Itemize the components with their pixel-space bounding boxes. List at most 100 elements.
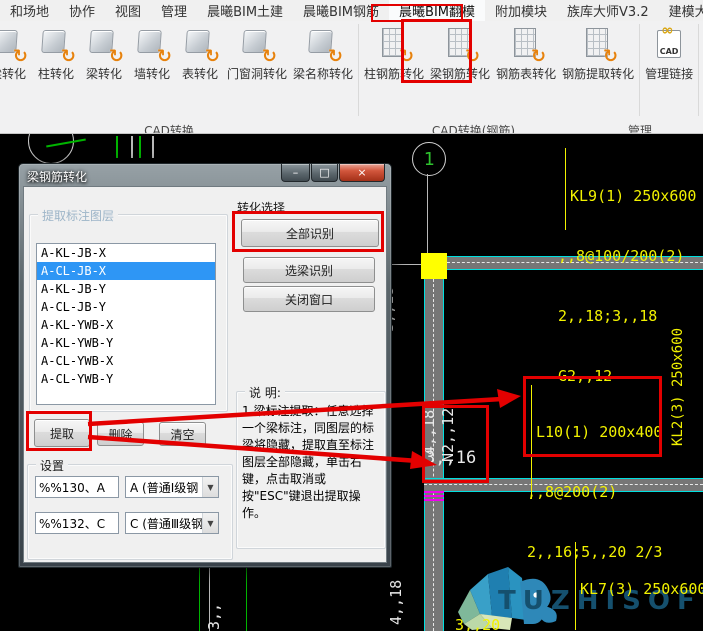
minimize-button[interactable]: – bbox=[281, 164, 310, 182]
ribbon-button-label: 梁名称转化 bbox=[293, 65, 353, 82]
stirrup-mark bbox=[424, 499, 444, 501]
rebar-grade-select-2[interactable]: C (普通Ⅲ级钢 ▼ bbox=[125, 512, 219, 534]
ribbon-tab-label: 晨曦BIM钢筋 bbox=[303, 1, 379, 20]
convert-group-label: 转化选择 bbox=[237, 199, 285, 216]
ribbon-tab[interactable]: 视图 bbox=[105, 0, 151, 21]
ribbon-group-separator bbox=[358, 24, 359, 116]
table-convert-icon bbox=[179, 24, 221, 64]
ribbon-group-cad-convert-rebar: CAD转换(钢筋) bbox=[340, 122, 607, 134]
rebar-code-input-1[interactable] bbox=[35, 476, 119, 498]
ribbon-button[interactable]: 梁转化 bbox=[80, 22, 128, 84]
ribbon-button-label: 钢筋提取转化 bbox=[562, 65, 634, 82]
rebar-code-input-2[interactable] bbox=[35, 512, 119, 534]
ribbon-button-label: 梁钢筋转化 bbox=[430, 65, 490, 82]
settings-groupbox-label: 设置 bbox=[36, 457, 68, 474]
rebar-table-convert-icon bbox=[505, 24, 547, 64]
ribbon-button[interactable]: 柱转化 bbox=[32, 22, 80, 84]
ribbon-tab-label: 和场地 bbox=[10, 1, 49, 20]
layer-list-item[interactable]: A-CL-YWB-X bbox=[37, 352, 215, 370]
rebar-grade-select-1-value: A (普通Ⅰ级钢 bbox=[130, 479, 202, 496]
green-line-vertical bbox=[199, 568, 200, 631]
layer-list-item[interactable]: A-CL-JB-X bbox=[37, 262, 215, 280]
ribbon-tab-label: 晨曦BIM翻模 bbox=[399, 1, 475, 20]
beam-rebar-convert-icon bbox=[439, 24, 481, 64]
layer-list-item[interactable]: A-CL-JB-Y bbox=[37, 298, 215, 316]
ribbon-tab-label: 族库大师V3.2 bbox=[567, 1, 649, 20]
delete-button[interactable]: 删除 bbox=[97, 422, 144, 446]
ribbon-button-label: 梁转化 bbox=[0, 65, 26, 82]
maximize-button[interactable]: □ bbox=[311, 164, 338, 182]
ribbon-button-label: 墙转化 bbox=[134, 65, 170, 82]
green-line-vertical bbox=[246, 568, 247, 631]
layer-list-item[interactable]: A-KL-YWB-X bbox=[37, 316, 215, 334]
layer-listbox[interactable]: A-KL-JB-XA-CL-JB-XA-KL-JB-YA-CL-JB-YA-KL… bbox=[36, 243, 216, 405]
beam-convert-icon bbox=[0, 24, 29, 64]
layer-list-item[interactable]: A-KL-YWB-Y bbox=[37, 334, 215, 352]
rebar-grade-select-2-value: C (普通Ⅲ级钢 bbox=[130, 515, 202, 532]
ribbon-button[interactable]: 门窗洞转化 bbox=[224, 22, 290, 84]
white-tick bbox=[131, 136, 133, 158]
ribbon-button[interactable]: 梁转化 bbox=[0, 22, 32, 84]
close-window-button[interactable]: 关闭窗口 bbox=[243, 286, 375, 312]
ribbon: 梁转化 柱转化 梁转化 墙转化 表转化 门窗洞转化 梁名称转化 柱钢筋转化 梁钢… bbox=[0, 21, 703, 134]
layer-list-item[interactable]: A-KL-JB-Y bbox=[37, 280, 215, 298]
column-convert-icon bbox=[35, 24, 77, 64]
green-tick bbox=[116, 136, 118, 158]
stirrup-mark bbox=[424, 495, 444, 497]
white-tick bbox=[152, 136, 154, 158]
ribbon-button-label: 管理链接 bbox=[645, 65, 693, 82]
layer-list-item[interactable]: A-CL-YWB-Y bbox=[37, 370, 215, 388]
ribbon-button-label: 柱转化 bbox=[38, 65, 74, 82]
ribbon-tab[interactable]: 和场地 bbox=[0, 0, 59, 21]
ribbon-button[interactable]: 柱钢筋转化 bbox=[361, 22, 427, 84]
close-icon[interactable]: × bbox=[339, 164, 385, 182]
recognize-select-button[interactable]: 选梁识别 bbox=[243, 257, 375, 283]
ribbon-tab[interactable]: 晨曦BIM钢筋 bbox=[293, 0, 389, 21]
ribbon-button[interactable]: 表转化 bbox=[176, 22, 224, 84]
dim-text-3-16: 3,,16 bbox=[425, 448, 476, 468]
grid-bubble-label: 1 bbox=[424, 149, 435, 170]
green-tick bbox=[139, 136, 141, 158]
ribbon-tab[interactable]: 附加模块 bbox=[485, 0, 557, 21]
application-window: 和场地 协作 视图 管理 晨曦BIM土建 晨曦BIM钢筋 晨曦BIM翻模 附加模… bbox=[0, 0, 703, 631]
recognize-all-button[interactable]: 全部识别 bbox=[241, 219, 379, 247]
ribbon-tab[interactable]: 晨曦BIM土建 bbox=[197, 0, 293, 21]
beam-label-kl2-vertical: KL2(3) 250x600 bbox=[670, 328, 686, 446]
ribbon-group-separator bbox=[639, 24, 640, 116]
note-groupbox-label: 说 明: bbox=[245, 384, 285, 401]
layers-groupbox-label: 提取标注图层 bbox=[38, 207, 118, 224]
dim-text-4-18-bottom: 4,,18 bbox=[388, 580, 404, 625]
dim-text-3-20-partial: 3,,20 bbox=[455, 615, 500, 631]
ribbon-button[interactable]: 墙转化 bbox=[128, 22, 176, 84]
beam-name-convert-icon bbox=[302, 24, 344, 64]
wall-convert-icon bbox=[131, 24, 173, 64]
ribbon-tab[interactable]: 晨曦BIM翻模 bbox=[389, 0, 485, 21]
ribbon-button[interactable]: 钢筋提取转化 bbox=[559, 22, 637, 84]
clear-button[interactable]: 清空 bbox=[159, 422, 206, 446]
ribbon-button-label: 表转化 bbox=[182, 65, 218, 82]
dialog-titlebar[interactable]: 梁钢筋转化 – □ × bbox=[23, 164, 387, 186]
ribbon-tab[interactable]: 族库大师V3.2 bbox=[557, 0, 659, 21]
extract-button[interactable]: 提取 bbox=[34, 419, 90, 447]
layer-list-item[interactable]: A-KL-JB-X bbox=[37, 244, 215, 262]
ribbon-group-cad-convert: CAD转换 bbox=[0, 122, 338, 134]
ribbon-button[interactable]: 梁钢筋转化 bbox=[427, 22, 493, 84]
chevron-down-icon: ▼ bbox=[202, 513, 218, 533]
ribbon-tab[interactable]: 管理 bbox=[151, 0, 197, 21]
ribbon-button[interactable]: 管理链接 bbox=[642, 22, 696, 84]
beam-convert-icon bbox=[83, 24, 125, 64]
ribbon-button[interactable]: 梁名称转化 bbox=[290, 22, 356, 84]
door-window-convert-icon bbox=[236, 24, 278, 64]
rebar-grade-select-1[interactable]: A (普通Ⅰ级钢 ▼ bbox=[125, 476, 219, 498]
ribbon-button[interactable]: 钢筋表转化 bbox=[493, 22, 559, 84]
ribbon-tab[interactable]: 建模大师（建 bbox=[659, 0, 703, 21]
ribbon-buttons: 梁转化 柱转化 梁转化 墙转化 表转化 门窗洞转化 梁名称转化 柱钢筋转化 梁钢… bbox=[0, 22, 703, 116]
ribbon-button-label: 柱钢筋转化 bbox=[364, 65, 424, 82]
beam-label-kl7: KL7(3) 250x600 ,,8@100/200(2) 2,,20 G2,,… bbox=[561, 542, 703, 631]
window-controls: – □ × bbox=[280, 164, 385, 182]
ribbon-tab-label: 管理 bbox=[161, 1, 187, 20]
chevron-down-icon: ▼ bbox=[202, 477, 218, 497]
note-text: 1.梁标注提取：任意选择一个梁标注，同图层的标梁将隐藏，提取直至标注图层全部隐藏… bbox=[242, 403, 374, 522]
ribbon-tab[interactable]: 协作 bbox=[59, 0, 105, 21]
ribbon-group-manage: 管理 bbox=[609, 122, 671, 134]
